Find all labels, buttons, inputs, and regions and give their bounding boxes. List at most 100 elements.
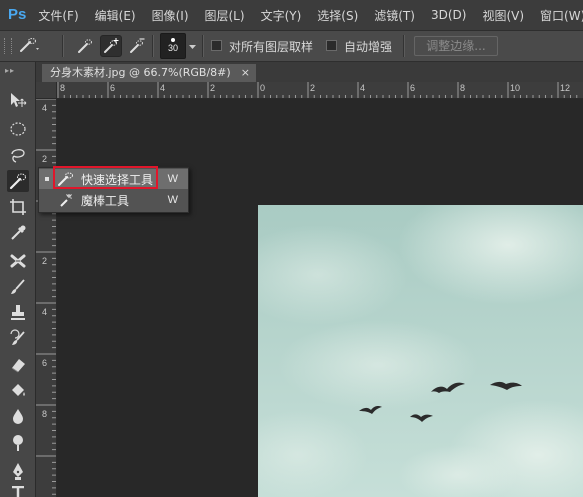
pen-icon bbox=[13, 463, 23, 480]
close-icon[interactable]: × bbox=[241, 64, 250, 82]
ruler-label: 4 bbox=[42, 307, 48, 317]
tool-flyout-menu: 快速选择工具 W 魔棒工具 W bbox=[38, 167, 189, 213]
elliptical-marquee-icon bbox=[10, 122, 26, 136]
document-tab[interactable]: 分身木素材.jpg @ 66.7%(RGB/8#) × bbox=[42, 64, 256, 82]
type-tool-button[interactable] bbox=[7, 486, 29, 497]
pen-tool-button[interactable] bbox=[7, 460, 29, 482]
ruler-label: 6 bbox=[410, 83, 416, 93]
crop-icon bbox=[10, 199, 26, 215]
blur-tool-button[interactable] bbox=[7, 406, 29, 428]
add-to-selection-icon bbox=[104, 38, 119, 53]
brush-dropdown-arrow[interactable] bbox=[188, 40, 197, 52]
ruler-label: 6 bbox=[110, 83, 116, 93]
brush-dot-icon bbox=[171, 38, 175, 42]
selected-bullet-icon bbox=[45, 177, 49, 181]
sample-all-layers-checkbox[interactable] bbox=[211, 40, 222, 51]
toolbar-grip[interactable]: ▸▸ bbox=[5, 66, 15, 75]
ruler-origin[interactable] bbox=[36, 82, 57, 99]
move-icon bbox=[11, 93, 27, 107]
dodge-icon bbox=[13, 435, 23, 451]
crop-tool-button[interactable] bbox=[7, 196, 29, 218]
menu-layer[interactable]: 图层(L) bbox=[205, 7, 245, 24]
eyedropper-tool-button[interactable] bbox=[7, 222, 29, 244]
document-tab-bar: 分身木素材.jpg @ 66.7%(RGB/8#) × bbox=[36, 62, 583, 82]
magic-wand-icon bbox=[60, 194, 72, 207]
dodge-tool-button[interactable] bbox=[7, 432, 29, 454]
menu-3d[interactable]: 3D(D) bbox=[431, 8, 466, 22]
healing-brush-icon bbox=[10, 254, 26, 268]
paint-bucket-tool-button[interactable] bbox=[7, 380, 29, 402]
options-grip[interactable] bbox=[4, 38, 12, 54]
flyout-item-shortcut: W bbox=[167, 194, 178, 206]
menu-select[interactable]: 选择(S) bbox=[317, 7, 358, 24]
photoshop-logo: Ps bbox=[8, 6, 27, 23]
clone-stamp-icon bbox=[11, 305, 25, 320]
add-to-selection-button[interactable] bbox=[100, 35, 122, 57]
tools-panel: ▸▸ bbox=[0, 62, 36, 497]
lasso-icon bbox=[11, 149, 25, 163]
healing-brush-tool-button[interactable] bbox=[7, 250, 29, 272]
separator bbox=[403, 35, 405, 57]
ruler-label: 4 bbox=[360, 83, 366, 93]
brush-tool-button[interactable] bbox=[7, 276, 29, 298]
lasso-tool-button[interactable] bbox=[7, 144, 29, 166]
menu-filter[interactable]: 滤镜(T) bbox=[374, 7, 415, 24]
menu-image[interactable]: 图像(I) bbox=[152, 7, 189, 24]
separator bbox=[62, 35, 64, 57]
subtract-from-selection-button[interactable] bbox=[126, 35, 148, 57]
history-brush-tool-button[interactable] bbox=[7, 328, 29, 350]
quick-selection-icon bbox=[58, 172, 73, 186]
ruler-label: 4 bbox=[160, 83, 166, 93]
brush-size-value: 30 bbox=[167, 43, 178, 53]
sample-all-layers-label: 对所有图层取样 bbox=[229, 40, 314, 54]
flyout-item-label: 魔棒工具 bbox=[81, 193, 130, 208]
menu-type[interactable]: 文字(Y) bbox=[261, 7, 302, 24]
menu-bar: Ps 文件(F) 编辑(E) 图像(I) 图层(L) 文字(Y) 选择(S) 滤… bbox=[0, 0, 583, 30]
ruler-label: 2 bbox=[42, 256, 48, 266]
menu-edit[interactable]: 编辑(E) bbox=[95, 7, 136, 24]
marquee-tool-button[interactable] bbox=[7, 118, 29, 140]
vertical-ruler[interactable]: 4 2 0 2 4 6 8 bbox=[36, 99, 57, 497]
paint-bucket-icon bbox=[12, 384, 25, 396]
flyout-item-label: 快速选择工具 bbox=[81, 172, 154, 187]
ruler-label: 2 bbox=[210, 83, 216, 93]
flyout-item-quick-selection[interactable]: 快速选择工具 W bbox=[39, 169, 188, 189]
brush-icon bbox=[11, 279, 25, 294]
ruler-label: 8 bbox=[460, 83, 466, 93]
flyout-item-magic-wand[interactable]: 魔棒工具 W bbox=[39, 190, 188, 210]
history-brush-icon bbox=[10, 329, 25, 345]
blur-drop-icon bbox=[13, 409, 23, 424]
new-selection-button[interactable] bbox=[74, 35, 96, 57]
quick-selection-icon bbox=[20, 38, 39, 52]
auto-enhance-checkbox[interactable] bbox=[326, 40, 337, 51]
ruler-label: 12 bbox=[560, 83, 571, 93]
menu-file[interactable]: 文件(F) bbox=[38, 7, 78, 24]
quick-selection-tool-button[interactable] bbox=[7, 170, 29, 192]
menu-window[interactable]: 窗口(W) bbox=[540, 7, 583, 24]
sky-photo[interactable] bbox=[258, 205, 583, 497]
ruler-label: 0 bbox=[260, 83, 266, 93]
ruler-label: 6 bbox=[42, 358, 48, 368]
document-tab-title: 分身木素材.jpg @ 66.7%(RGB/8#) bbox=[50, 66, 231, 79]
subtract-selection-icon bbox=[130, 38, 145, 53]
ruler-ticks bbox=[57, 82, 578, 98]
type-icon bbox=[12, 486, 24, 497]
separator bbox=[202, 35, 204, 57]
ruler-label: 2 bbox=[42, 154, 48, 164]
move-tool-button[interactable] bbox=[7, 90, 29, 112]
eraser-icon bbox=[11, 359, 25, 373]
brush-size-picker[interactable]: 30 bbox=[160, 33, 186, 59]
horizontal-ruler[interactable]: 8 6 4 2 0 2 4 6 8 10 12 bbox=[57, 82, 583, 99]
quick-selection-icon bbox=[9, 173, 26, 190]
menu-view[interactable]: 视图(V) bbox=[482, 7, 524, 24]
new-selection-icon bbox=[78, 39, 92, 53]
ruler-label: 2 bbox=[310, 83, 316, 93]
eraser-tool-button[interactable] bbox=[7, 354, 29, 376]
tool-preset-picker[interactable] bbox=[18, 35, 40, 57]
refine-edge-button[interactable]: 调整边缘... bbox=[414, 36, 498, 56]
auto-enhance-label: 自动增强 bbox=[344, 40, 393, 54]
ruler-label: 10 bbox=[510, 83, 521, 93]
chevron-down-icon bbox=[189, 45, 196, 49]
flyout-item-shortcut: W bbox=[167, 173, 178, 185]
clone-stamp-tool-button[interactable] bbox=[7, 302, 29, 324]
